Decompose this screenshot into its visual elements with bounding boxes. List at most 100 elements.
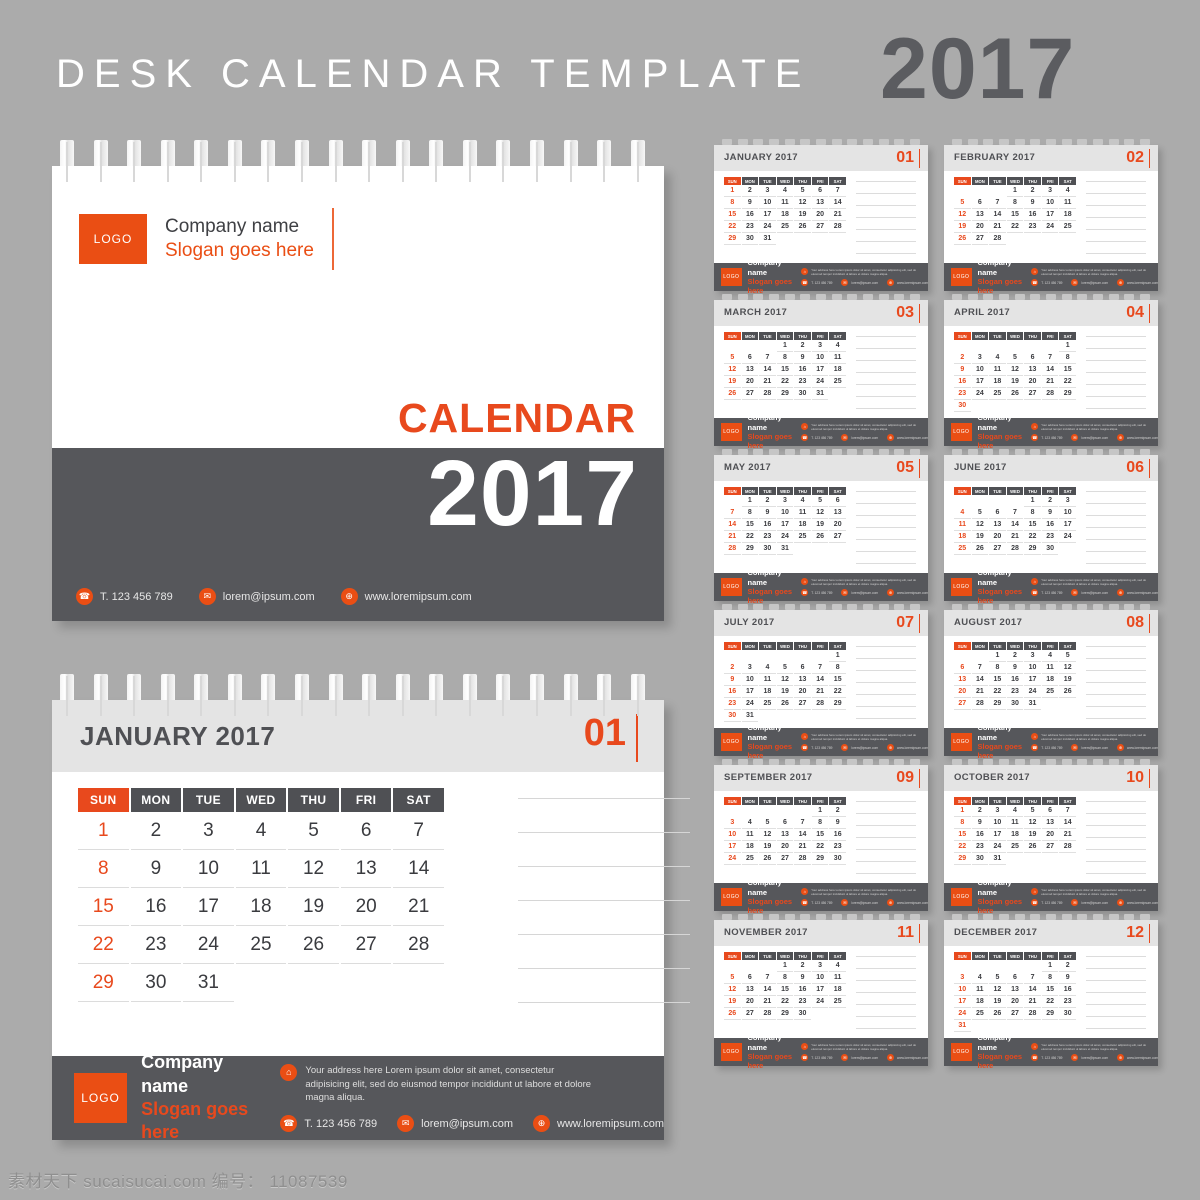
mini-day-cell[interactable]: 18 [741,841,759,853]
mini-note-line[interactable] [1086,861,1146,862]
mini-day-cell[interactable]: 15 [776,984,794,996]
mini-footer-logo-placeholder[interactable]: LOGO [951,268,972,286]
mini-footer-logo-placeholder[interactable]: LOGO [721,268,742,286]
mini-day-cell[interactable]: 10 [989,817,1006,829]
day-cell[interactable]: 5 [288,812,339,850]
mini-day-cell[interactable]: 18 [829,364,846,376]
mini-day-cell[interactable]: 27 [954,698,971,710]
mini-note-line[interactable] [1086,181,1146,182]
mini-day-cell[interactable]: 19 [954,221,971,233]
day-cell[interactable]: 8 [78,850,129,888]
mini-day-cell[interactable]: 2 [971,805,989,817]
mini-day-cell[interactable]: 1 [1041,960,1059,972]
mini-day-cell[interactable]: 27 [776,853,794,865]
mini-day-cell[interactable]: 10 [954,984,971,996]
mini-day-cell[interactable]: 5 [776,662,794,674]
mini-day-cell[interactable]: 19 [971,531,989,543]
mini-day-cell[interactable]: 6 [989,507,1006,519]
mini-day-cell[interactable]: 31 [776,543,794,555]
mini-day-cell[interactable]: 12 [989,984,1006,996]
mini-day-cell[interactable]: 15 [829,674,846,686]
mini-day-cell[interactable]: 18 [776,209,794,221]
mini-day-cell[interactable]: 10 [724,829,741,841]
mini-day-cell[interactable]: 26 [724,388,741,400]
mini-footer-logo-placeholder[interactable]: LOGO [951,1043,972,1061]
mini-day-cell[interactable]: 9 [1041,507,1059,519]
mini-note-line[interactable] [856,849,916,850]
mini-day-cell[interactable]: 5 [794,185,811,197]
mini-month-notes[interactable] [856,801,916,885]
mini-day-cell[interactable]: 11 [1006,817,1024,829]
mini-month-card[interactable]: DECEMBER 2017 12 SUN MON TUE WED THU FRI SAT 1 2 3 4… [944,914,1158,1070]
mini-note-line[interactable] [856,1016,916,1017]
mini-month-card[interactable]: AUGUST 2017 08 SUN MON TUE WED THU FRI SAT 1 2 3 4 5 6… [944,604,1158,760]
mini-day-cell[interactable]: 29 [1024,543,1041,555]
mini-day-cell[interactable]: 29 [989,698,1006,710]
mini-day-cell[interactable]: 27 [741,388,759,400]
mini-day-cell[interactable]: 8 [1059,352,1076,364]
mini-day-cell[interactable]: 22 [741,531,759,543]
mini-day-cell[interactable]: 16 [1059,984,1076,996]
mini-day-cell[interactable]: 21 [971,686,989,698]
mini-day-cell[interactable]: 23 [794,376,811,388]
mini-day-cell[interactable]: 30 [794,388,811,400]
day-cell[interactable]: 3 [183,812,234,850]
day-cell[interactable]: 23 [130,926,182,964]
mini-note-line[interactable] [1086,336,1146,337]
mini-day-cell[interactable]: 21 [1059,829,1076,841]
mini-day-cell[interactable]: 3 [811,340,829,352]
mini-day-cell[interactable]: 19 [776,686,794,698]
mini-note-line[interactable] [1086,992,1146,993]
mini-day-cell[interactable]: 6 [954,662,971,674]
mini-contact-item[interactable]: ☎ T. 123 456 789 [1031,589,1062,597]
mini-day-cell[interactable]: 2 [1006,650,1024,662]
mini-day-cell[interactable]: 21 [829,209,846,221]
mini-day-cell[interactable]: 5 [1006,352,1024,364]
mini-day-cell[interactable]: 10 [776,507,794,519]
mini-note-line[interactable] [856,992,916,993]
mini-day-cell[interactable]: 19 [794,209,811,221]
mini-note-line[interactable] [1086,384,1146,385]
mini-day-cell[interactable]: 2 [794,960,811,972]
mini-note-line[interactable] [856,491,916,492]
mini-day-cell[interactable]: 1 [829,650,846,662]
mini-day-cell[interactable]: 7 [1006,507,1024,519]
mini-day-cell[interactable]: 14 [989,209,1006,221]
mini-day-cell[interactable]: 22 [724,221,741,233]
mini-day-cell[interactable]: 3 [776,495,794,507]
mini-note-line[interactable] [856,980,916,981]
mini-day-cell[interactable]: 14 [829,197,846,209]
mini-day-cell[interactable]: 25 [829,996,846,1008]
mini-day-cell[interactable]: 2 [759,495,776,507]
mini-day-cell[interactable]: 5 [811,495,829,507]
mini-day-cell[interactable]: 26 [971,543,989,555]
mini-day-cell[interactable]: 10 [1041,197,1059,209]
mini-day-cell[interactable]: 15 [1059,364,1076,376]
mini-note-line[interactable] [856,384,916,385]
mini-day-cell[interactable]: 2 [794,340,811,352]
mini-day-cell[interactable]: 28 [759,1008,776,1020]
mini-day-cell[interactable]: 28 [829,221,846,233]
mini-day-cell[interactable]: 2 [1024,185,1041,197]
mini-note-line[interactable] [856,706,916,707]
mini-day-cell[interactable]: 28 [1041,388,1059,400]
mini-day-cell[interactable]: 15 [1024,519,1041,531]
mini-day-cell[interactable]: 10 [811,352,829,364]
mini-day-cell[interactable]: 25 [776,221,794,233]
mini-day-cell[interactable]: 8 [829,662,846,674]
mini-day-cell[interactable]: 9 [1024,197,1041,209]
mini-note-line[interactable] [856,193,916,194]
mini-day-cell[interactable]: 23 [1059,996,1076,1008]
mini-day-cell[interactable]: 1 [1006,185,1024,197]
mini-note-line[interactable] [856,217,916,218]
mini-month-notes[interactable] [856,336,916,420]
mini-day-cell[interactable]: 4 [1006,805,1024,817]
mini-day-cell[interactable]: 4 [1041,650,1059,662]
mini-day-cell[interactable]: 26 [989,1008,1006,1020]
mini-note-line[interactable] [856,861,916,862]
mini-day-cell[interactable]: 14 [811,674,829,686]
mini-day-cell[interactable]: 24 [989,841,1006,853]
mini-day-cell[interactable]: 29 [776,388,794,400]
mini-day-cell[interactable]: 20 [971,221,989,233]
day-cell[interactable]: 10 [183,850,234,888]
